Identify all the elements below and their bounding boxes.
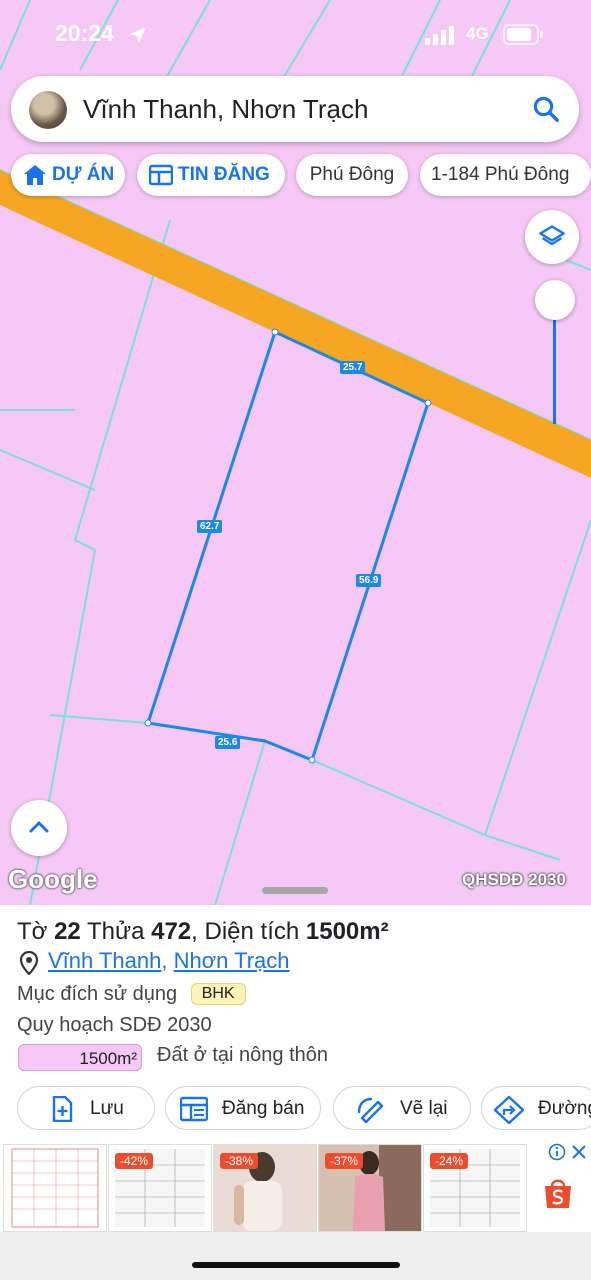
shopee-logo-icon bbox=[545, 1179, 571, 1208]
network-type: 4G bbox=[466, 24, 489, 43]
redraw-button[interactable]: Vẽ lại bbox=[333, 1086, 471, 1130]
redraw-icon bbox=[357, 1097, 384, 1124]
home-icon bbox=[24, 165, 46, 185]
save-label: Lưu bbox=[90, 1098, 124, 1119]
google-logo: Google bbox=[8, 864, 98, 894]
dimension-right: 56.9 bbox=[356, 574, 382, 587]
chip-du-an[interactable]: DỰ ÁN bbox=[11, 154, 125, 196]
directions-label: Đường bbox=[538, 1098, 591, 1119]
ad-item[interactable]: -42% bbox=[108, 1144, 212, 1232]
chip-1-184-phu-dong[interactable]: 1-184 Phú Đông bbox=[420, 154, 591, 196]
chip-phu-dong[interactable]: Phú Đông bbox=[296, 154, 408, 196]
location-pin-icon bbox=[19, 951, 39, 975]
status-time: 20:24 bbox=[55, 20, 114, 46]
avatar[interactable] bbox=[29, 91, 67, 129]
expand-up-button[interactable] bbox=[11, 800, 67, 856]
dimension-top: 25.7 bbox=[340, 361, 366, 374]
search-bar[interactable]: Vĩnh Thanh, Nhơn Trạch bbox=[11, 76, 579, 142]
post-listing-button[interactable]: Đăng bán bbox=[165, 1086, 321, 1130]
directions-icon bbox=[494, 1096, 524, 1124]
discount-badge: -42% bbox=[115, 1153, 154, 1169]
parcel-title: Tờ 22 Thửa 472, Diện tích 1500m² bbox=[17, 918, 389, 945]
parcel-area: 1500m² bbox=[305, 918, 389, 945]
chip-tin-dang[interactable]: TIN ĐĂNG bbox=[137, 154, 285, 196]
plan-label: Quy hoạch SDĐ 2030 bbox=[17, 1014, 212, 1036]
plan-area-swatch: 1500m² bbox=[18, 1044, 142, 1071]
ad-info-icon[interactable] bbox=[548, 1143, 566, 1161]
layer-label: QHSDĐ 2030 bbox=[462, 870, 566, 889]
chip-label: TIN ĐĂNG bbox=[178, 164, 270, 185]
layers-icon bbox=[539, 225, 565, 246]
home-indicator-area bbox=[0, 1232, 591, 1280]
location-arrow-icon bbox=[130, 27, 146, 43]
chip-label: DỰ ÁN bbox=[52, 164, 115, 185]
battery-icon bbox=[503, 24, 543, 45]
post-listing-icon bbox=[180, 1096, 208, 1122]
status-bar: 20:24 4G bbox=[0, 0, 591, 70]
land-purpose-row: Mục đích sử dụng BHK bbox=[17, 983, 246, 1006]
district-link[interactable]: Nhơn Trạch bbox=[174, 948, 290, 973]
post-listing-label: Đăng bán bbox=[222, 1098, 305, 1119]
discount-badge: -38% bbox=[220, 1153, 259, 1169]
ad-item[interactable]: -24% bbox=[423, 1144, 527, 1232]
save-button[interactable]: Lưu bbox=[17, 1086, 155, 1130]
drag-handle[interactable] bbox=[262, 887, 328, 894]
dimension-bottom: 25.6 bbox=[215, 736, 241, 749]
bookmark-plus-icon bbox=[52, 1096, 73, 1122]
layers-button[interactable] bbox=[525, 210, 579, 264]
sheet-number: 22 bbox=[54, 918, 81, 945]
discount-badge: -24% bbox=[430, 1153, 469, 1169]
ad-close-icon[interactable] bbox=[571, 1144, 587, 1160]
directions-button[interactable]: Đường bbox=[481, 1086, 591, 1130]
search-icon[interactable] bbox=[531, 94, 561, 124]
dimension-left: 62.7 bbox=[197, 520, 223, 533]
search-query[interactable]: Vĩnh Thanh, Nhơn Trạch bbox=[83, 94, 368, 125]
parcel-location: Vĩnh Thanh, Nhơn Trạch bbox=[48, 948, 290, 973]
ad-document-thumbnail bbox=[11, 1148, 99, 1228]
ad-item[interactable]: -38% bbox=[213, 1144, 317, 1232]
signal-icon bbox=[425, 26, 454, 45]
home-indicator[interactable] bbox=[192, 1262, 400, 1268]
plot-number: 472 bbox=[151, 918, 192, 945]
chevron-up-icon bbox=[29, 821, 49, 833]
opacity-slider-handle[interactable] bbox=[535, 280, 575, 320]
redraw-label: Vẽ lại bbox=[400, 1098, 448, 1119]
ad-item[interactable] bbox=[3, 1144, 107, 1232]
plan-use-description: Đất ở tại nông thôn bbox=[157, 1044, 329, 1066]
ad-item[interactable]: -37% bbox=[318, 1144, 422, 1232]
discount-badge: -37% bbox=[325, 1153, 364, 1169]
ward-link[interactable]: Vĩnh Thanh bbox=[48, 948, 161, 973]
purpose-badge: BHK bbox=[190, 983, 246, 1005]
listing-icon bbox=[149, 164, 173, 186]
